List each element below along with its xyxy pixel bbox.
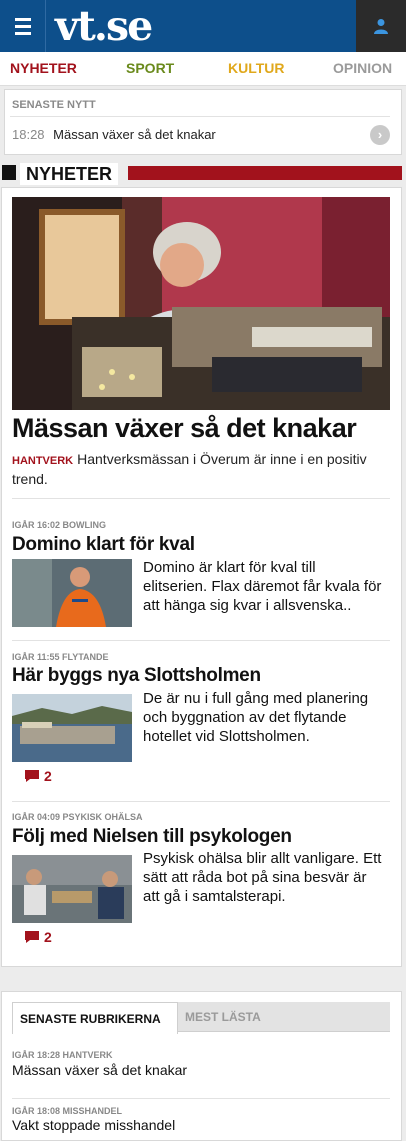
- article-meta: IGÅR 04:09 PSYKISK OHÄLSA: [12, 812, 143, 822]
- site-logo[interactable]: vt.se: [55, 3, 153, 49]
- hero-image[interactable]: [12, 197, 390, 410]
- nav-sport[interactable]: SPORT: [126, 60, 174, 76]
- divider: [10, 116, 390, 117]
- user-button[interactable]: [356, 0, 406, 52]
- divider: [12, 1098, 390, 1099]
- hero-headline[interactable]: Mässan växer så det knakar: [12, 413, 357, 444]
- article-title[interactable]: Domino klart för kval: [12, 534, 195, 556]
- article-meta: IGÅR 11:55 FLYTANDE: [12, 652, 109, 662]
- article-summary: Psykisk ohälsa blir allt vanligare. Ett …: [143, 850, 382, 905]
- comments-count[interactable]: 2: [24, 929, 52, 945]
- headline-tabs: MEST LÄSTA SENASTE RUBRIKERNA: [12, 1002, 390, 1034]
- article-image[interactable]: [12, 559, 132, 627]
- hero-lead: HANTVERK Hantverksmässan i Överum är inne…: [12, 450, 382, 488]
- section-marker: [2, 165, 16, 180]
- section-header: NYHETER: [0, 163, 406, 185]
- section-accent-bar: [128, 166, 402, 180]
- chevron-right-icon[interactable]: ›: [370, 125, 390, 145]
- divider: [12, 498, 390, 499]
- senaste-headline[interactable]: Mässan växer så det knakar: [53, 127, 216, 142]
- comments-count[interactable]: 2: [24, 768, 52, 784]
- list-item-title[interactable]: Mässan växer så det knakar: [12, 1062, 187, 1078]
- article-summary: De är nu i full gång med planering och b…: [143, 690, 369, 745]
- list-item-title[interactable]: Vakt stoppade misshandel: [12, 1117, 175, 1133]
- article-title[interactable]: Här byggs nya Slottsholmen: [12, 665, 261, 687]
- senaste-nytt-item[interactable]: 18:28 Mässan växer så det knakar: [12, 127, 216, 142]
- comments-number: 2: [44, 768, 52, 784]
- hamburger-icon: [14, 17, 31, 21]
- comment-icon: [25, 770, 39, 782]
- divider: [12, 640, 390, 641]
- article-title[interactable]: Följ med Nielsen till psykologen: [12, 826, 292, 848]
- section-title: NYHETER: [20, 163, 119, 185]
- top-bar: vt.se: [0, 0, 406, 52]
- article-meta: IGÅR 16:02 BOWLING: [12, 520, 107, 530]
- hero-tag[interactable]: HANTVERK: [12, 455, 73, 467]
- comments-number: 2: [44, 929, 52, 945]
- tab-mest-lasta[interactable]: MEST LÄSTA: [178, 1002, 390, 1032]
- hamburger-menu-button[interactable]: [0, 0, 46, 52]
- list-item-meta: IGÅR 18:28 HANTVERK: [12, 1050, 113, 1060]
- tab-senaste-rubrikerna[interactable]: SENASTE RUBRIKERNA: [12, 1002, 178, 1034]
- category-nav: NYHETER SPORT KULTUR OPINION: [0, 52, 406, 86]
- article-summary: Domino är klart för kval till elitserien…: [143, 559, 382, 614]
- list-item-meta: IGÅR 18:08 MISSHANDEL: [12, 1106, 123, 1116]
- comment-icon: [25, 931, 39, 943]
- senaste-nytt-title: SENASTE NYTT: [12, 99, 96, 111]
- nav-opinion[interactable]: OPINION: [333, 60, 392, 76]
- user-icon: [374, 19, 388, 34]
- article-image[interactable]: [12, 855, 132, 923]
- divider: [12, 801, 390, 802]
- senaste-time: 18:28: [12, 127, 45, 142]
- nav-kultur[interactable]: KULTUR: [228, 60, 285, 76]
- nav-nyheter[interactable]: NYHETER: [10, 60, 77, 76]
- article-image[interactable]: [12, 694, 132, 762]
